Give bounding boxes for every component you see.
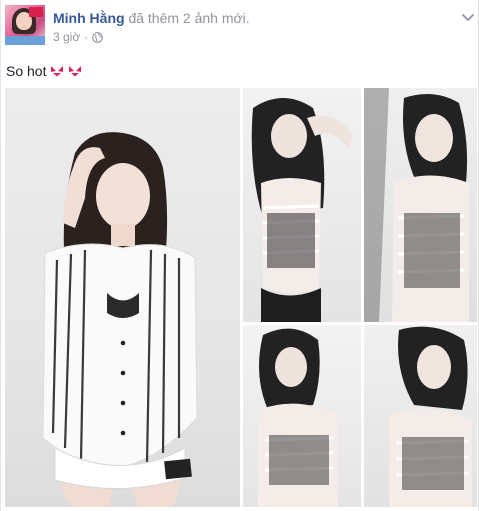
post-photo-3[interactable] xyxy=(364,88,477,322)
avatar-badge xyxy=(29,7,43,17)
photo-model-cutout-top xyxy=(258,328,338,507)
feed-post: Minh Hằng đã thêm 2 ảnh mới. 3 giờ · So … xyxy=(0,0,479,511)
author-name-link[interactable]: Minh Hằng xyxy=(53,10,125,26)
globe-icon[interactable] xyxy=(92,31,104,43)
post-photo-2[interactable] xyxy=(243,88,361,322)
bikini-icon xyxy=(51,66,64,77)
post-message: So hot xyxy=(6,63,47,79)
post-photo-main[interactable] xyxy=(5,88,240,507)
post-action-text: đã thêm 2 ảnh mới. xyxy=(128,10,250,26)
post-text: So hot xyxy=(6,62,82,80)
post-meta: 3 giờ · xyxy=(53,30,104,44)
photo-model-cutout-top xyxy=(364,88,469,322)
post-timestamp[interactable]: 3 giờ xyxy=(53,30,80,44)
meta-separator: · xyxy=(84,30,89,44)
bikini-icon xyxy=(69,66,82,77)
chevron-down-icon[interactable] xyxy=(461,10,475,24)
post-photo-4[interactable] xyxy=(243,325,361,507)
photo-model-cutout-top xyxy=(389,326,472,507)
avatar[interactable] xyxy=(5,5,45,45)
photo-model-cutout-top xyxy=(251,98,353,322)
avatar-strip xyxy=(5,36,45,45)
post-header: Minh Hằng đã thêm 2 ảnh mới. xyxy=(53,9,250,27)
photo-model-striped-shirt xyxy=(42,132,198,507)
post-photo-5[interactable] xyxy=(364,325,477,507)
